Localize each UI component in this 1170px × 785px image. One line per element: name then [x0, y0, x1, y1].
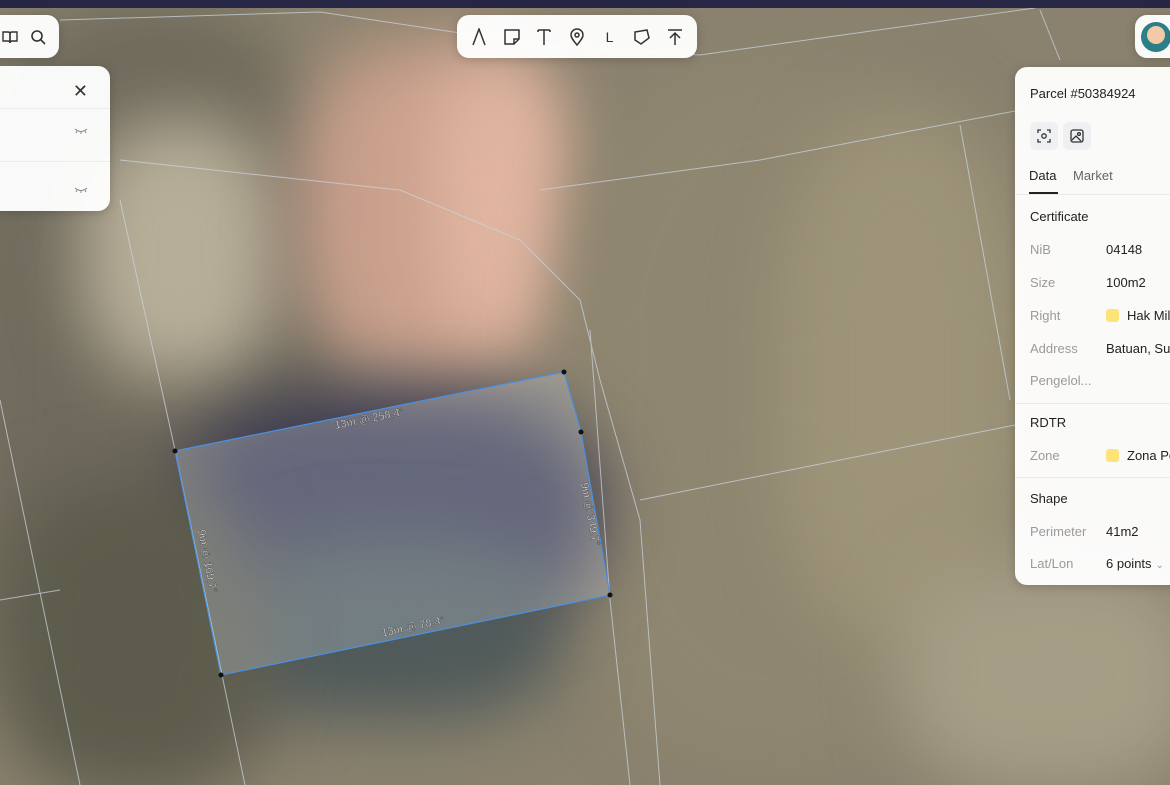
latlon-label: Lat/Lon [1030, 556, 1074, 571]
certificate-heading: Certificate [1030, 209, 1089, 224]
focus-icon-button[interactable] [1030, 122, 1058, 150]
eye-closed-icon[interactable] [74, 126, 88, 134]
vertex-handle [607, 592, 613, 598]
top-bar [0, 0, 1170, 8]
close-icon[interactable]: ✕ [73, 81, 88, 102]
tab-data[interactable]: Data [1029, 168, 1056, 183]
latlon-dropdown[interactable]: 6 points ⌄ [1106, 556, 1164, 571]
map-search-controls [0, 15, 59, 58]
perimeter-label: Perimeter [1030, 524, 1087, 539]
pin-tool-icon[interactable] [565, 25, 589, 49]
polygon-tool-icon[interactable] [630, 25, 654, 49]
zone-color-badge [1106, 449, 1119, 462]
divider [1015, 477, 1170, 478]
zone-label: Zone [1030, 448, 1060, 463]
vertex-handle [578, 429, 584, 435]
eye-closed-icon[interactable] [74, 185, 88, 193]
zone-value: Zona Pe [1106, 448, 1170, 463]
divider [0, 108, 110, 109]
chevron-down-icon: ⌄ [1155, 560, 1164, 571]
perimeter-value: 41m2 [1106, 524, 1139, 539]
size-value: 100m2 [1106, 275, 1146, 290]
right-label: Right [1030, 308, 1061, 323]
vertex-handle [561, 369, 567, 375]
divider [0, 161, 110, 162]
image-icon [1070, 129, 1084, 143]
vertex-handle [218, 672, 224, 678]
note-tool-icon[interactable] [500, 25, 524, 49]
address-value: Batuan, Su [1106, 341, 1170, 356]
size-label: Size [1030, 275, 1056, 290]
upload-tool-icon[interactable] [663, 25, 687, 49]
search-icon[interactable] [30, 29, 46, 45]
right-value: Hak Mil [1106, 308, 1170, 323]
divider [1015, 194, 1170, 195]
drawing-toolbar: L [457, 15, 697, 58]
book-icon[interactable] [2, 30, 18, 44]
freehand-tool-icon[interactable] [467, 25, 491, 49]
shape-heading: Shape [1030, 491, 1068, 506]
parcel-title: Parcel #50384924 [1030, 86, 1136, 101]
avatar[interactable] [1141, 21, 1170, 52]
address-label: Address [1030, 341, 1078, 356]
image-icon-button[interactable] [1063, 122, 1091, 150]
divider [1015, 403, 1170, 404]
text-tool-icon[interactable] [532, 25, 556, 49]
nib-label: NiB [1030, 242, 1051, 257]
pengelola-label: Pengelol... [1030, 373, 1092, 388]
focus-icon [1037, 129, 1051, 143]
layers-panel: ✕ [0, 66, 110, 211]
right-color-badge [1106, 309, 1119, 322]
user-menu[interactable] [1135, 15, 1170, 58]
parcel-details-panel: Parcel #50384924 Data Market Certificate… [1015, 67, 1170, 585]
rdtr-heading: RDTR [1030, 415, 1067, 430]
map-overlay: 13m @ 258.4° 9m @ 349.7° 13m @ 78.4° 9m … [0, 7, 1061, 785]
vertex-handle [172, 448, 178, 454]
nib-value: 04148 [1106, 242, 1143, 257]
line-tool[interactable]: L [598, 25, 622, 49]
tab-market[interactable]: Market [1073, 168, 1113, 183]
